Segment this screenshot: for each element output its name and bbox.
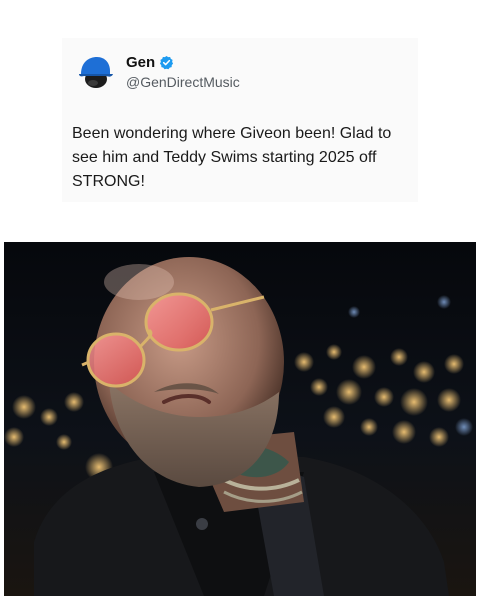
tweet-text: Been wondering where Giveon been! Glad t…	[72, 125, 392, 190]
avatar-icon[interactable]	[76, 52, 116, 92]
photo-image	[4, 242, 476, 596]
tweet-photo[interactable]	[4, 242, 476, 596]
display-name-row: Gen	[126, 54, 174, 71]
tweet-card[interactable]: Gen @GenDirectMusic Been wondering where…	[62, 38, 418, 202]
verified-badge-icon	[160, 55, 174, 70]
user-handle[interactable]: @GenDirectMusic	[126, 74, 240, 90]
display-name[interactable]: Gen	[126, 54, 155, 71]
